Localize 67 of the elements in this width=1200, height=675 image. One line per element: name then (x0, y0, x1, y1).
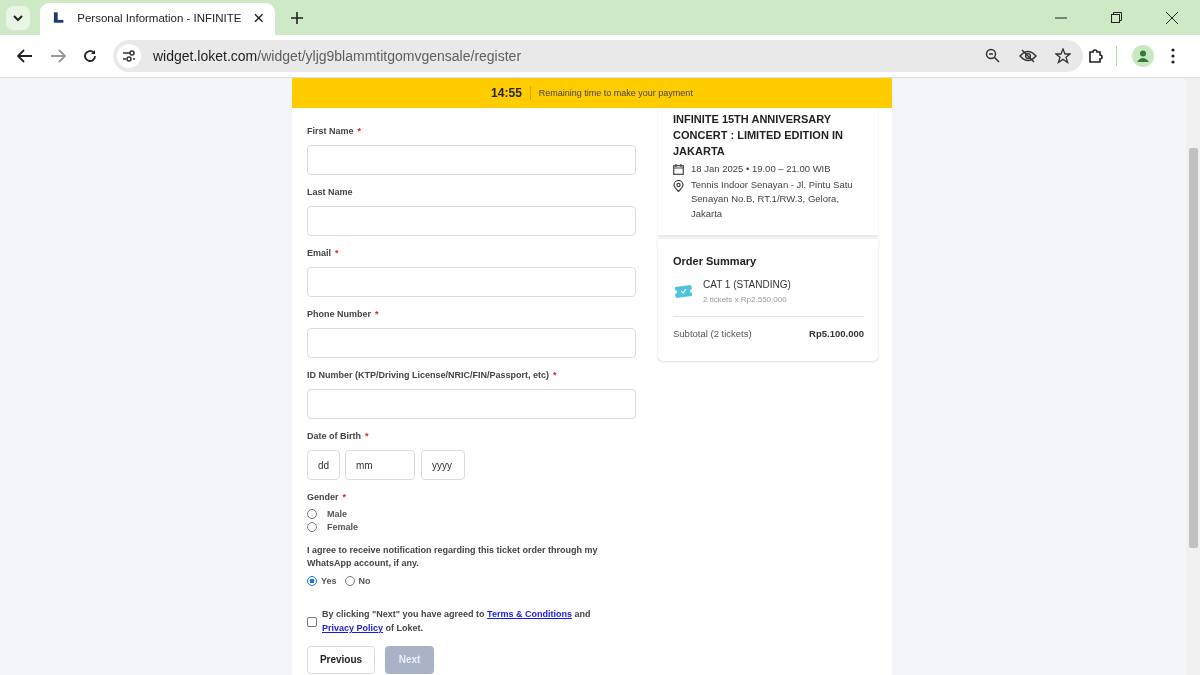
required-mark: * (357, 126, 362, 136)
field-label: Email (307, 248, 331, 258)
radio-option[interactable]: Yes (307, 576, 337, 587)
required-mark: * (342, 492, 347, 502)
radio-option[interactable]: Female (307, 522, 636, 532)
checkbox[interactable] (307, 617, 317, 628)
puzzle-icon[interactable] (1088, 48, 1104, 64)
required-mark: * (375, 309, 379, 319)
field-label: Last Name (307, 187, 353, 197)
timer-text: Remaining time to make your payment (538, 88, 693, 98)
date-field[interactable]: yyyy (421, 450, 465, 480)
profile-icon[interactable] (1132, 45, 1154, 67)
event-title: INFINITE 15TH ANNIVERSARY CONCERT : LIMITED EDITION IN JAKARTA (673, 112, 844, 159)
calendar-icon (673, 163, 684, 175)
text-field[interactable] (307, 145, 636, 175)
star-icon[interactable] (1055, 48, 1071, 64)
address-bar[interactable]: widget.loket.com/widget/yljg9blammtitgomvgensale/register (113, 40, 1083, 72)
minimize-icon[interactable] (1055, 16, 1067, 19)
restore-icon[interactable] (1111, 12, 1122, 23)
date-field[interactable]: dd (307, 450, 340, 480)
field-label: Date of Birth (307, 431, 361, 441)
field-label: ID Number (KTP/Driving License/NRIC/FIN/Passport, etc) (307, 370, 550, 380)
date-field[interactable]: mm (345, 450, 415, 480)
required-mark: * (553, 370, 557, 380)
countdown-time: 14:55 (491, 86, 522, 100)
chevron-down-icon (12, 13, 24, 22)
scrollbar[interactable] (1186, 78, 1200, 675)
text-field[interactable] (307, 206, 636, 236)
subtotal-label: Subtotal (2 tickets) (673, 327, 752, 339)
back-icon[interactable] (17, 49, 33, 63)
required-mark: * (335, 248, 339, 258)
ticket-icon (673, 284, 693, 299)
field-label: Phone Number (307, 309, 371, 319)
site-logo-icon (52, 10, 66, 25)
url-text: widget.loket.com/widget/yljg9blammtitgomvgensale/register (153, 48, 522, 64)
reload-icon[interactable] (83, 49, 97, 63)
ticket-detail: 2 tickets x Rp2.550.000 (703, 294, 788, 304)
text-field[interactable] (307, 389, 636, 419)
radio-option[interactable]: No (344, 576, 371, 587)
text-field[interactable] (307, 267, 636, 297)
site-settings-icon[interactable] (117, 44, 141, 68)
forward-icon[interactable] (50, 49, 66, 63)
form-button[interactable]: Previous (307, 645, 375, 674)
terms-text: By clicking "Next" you have agreed to Terms & Conditions and Privacy Policy of Loket. (322, 608, 592, 636)
zoom-out-icon[interactable] (985, 48, 1001, 64)
menu-icon[interactable] (1171, 48, 1175, 64)
close-window-icon[interactable] (1166, 11, 1178, 24)
subtotal-amount: Rp5.100.000 (809, 327, 864, 339)
field-label: First Name (307, 126, 354, 136)
required-mark: * (365, 431, 369, 441)
event-venue: Tennis Indoor Senayan - Jl. Pintu Satu Senayan No.B, RT.1/RW.3, Gelora, Jakarta (691, 178, 854, 221)
ticket-category: CAT 1 (STANDING) (703, 278, 791, 290)
location-pin-icon (673, 180, 684, 193)
eye-slash-icon[interactable] (1019, 49, 1037, 63)
new-tab-icon[interactable] (291, 11, 303, 24)
privacy-link[interactable]: Privacy Policy (322, 623, 384, 634)
whatsapp-consent-text: I agree to receive notification regarding this ticket order through my WhatsApp account, if any. (307, 544, 599, 571)
event-date: 18 Jan 2025 • 19.00 – 21.00 WIB (691, 161, 831, 176)
radio-button[interactable] (307, 576, 317, 587)
field-label: Gender (307, 492, 339, 502)
close-icon[interactable] (253, 12, 263, 23)
tab-list-button[interactable] (6, 5, 30, 30)
radio-option[interactable]: Male (307, 509, 636, 519)
text-field[interactable] (307, 328, 636, 358)
tab-title: Personal Information - INFINITE (77, 11, 242, 24)
terms-link[interactable]: Terms & Conditions (487, 609, 572, 620)
order-summary-title: Order Summary (673, 254, 758, 267)
